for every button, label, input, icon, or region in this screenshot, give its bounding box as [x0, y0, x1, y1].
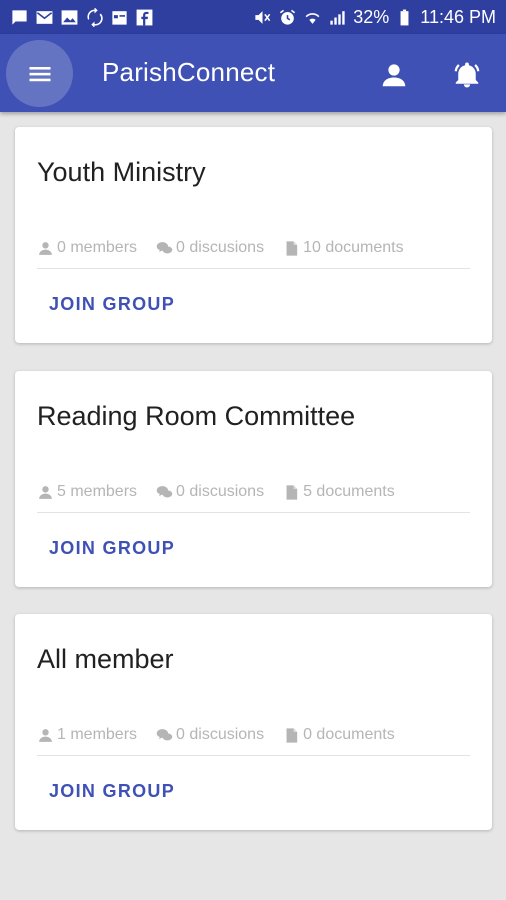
battery-icon — [395, 8, 414, 27]
mute-icon — [253, 8, 272, 27]
profile-button[interactable] — [375, 56, 413, 94]
divider — [37, 755, 470, 756]
status-time: 11:46 PM — [420, 6, 496, 27]
app-bar: ParishConnect — [0, 34, 506, 112]
group-stats: 0 members 0 discusions 10 documents — [37, 239, 423, 257]
documents-label: 5 documents — [303, 483, 395, 500]
group-title: Youth Ministry — [37, 157, 206, 187]
members-label: 1 members — [57, 726, 138, 743]
group-card: Youth Ministry 0 members 0 discusions 10… — [15, 127, 492, 343]
person-icon — [37, 484, 54, 501]
group-title: Reading Room Committee — [37, 401, 356, 431]
wifi-icon — [303, 8, 322, 27]
group-title: All member — [37, 644, 174, 674]
join-group-button[interactable]: JOIN GROUP — [37, 284, 187, 324]
discussions-label: 0 discusions — [176, 483, 265, 500]
members-count: 0 members — [37, 239, 137, 257]
document-icon — [283, 484, 300, 501]
members-label: 0 members — [57, 239, 138, 256]
person-icon — [37, 727, 54, 744]
facebook-icon — [135, 8, 154, 27]
signal-icon — [328, 8, 347, 27]
menu-icon — [29, 66, 50, 81]
person-icon — [37, 240, 54, 257]
menu-button[interactable] — [6, 40, 73, 107]
app-title: ParishConnect — [102, 57, 276, 87]
notifications-button[interactable] — [448, 56, 486, 94]
status-bar-notifications — [10, 7, 154, 27]
battery-percent: 32% — [353, 6, 390, 27]
group-stats: 1 members 0 discusions 0 documents — [37, 726, 414, 744]
discussions-count: 0 discusions — [156, 239, 264, 257]
documents-label: 10 documents — [303, 239, 404, 256]
calendar-icon — [110, 8, 129, 27]
group-card: All member 1 members 0 discusions 0 docu… — [15, 614, 492, 830]
comments-icon — [156, 240, 173, 257]
status-bar-system: 32% 11:46 PM — [253, 7, 496, 28]
members-label: 5 members — [57, 483, 138, 500]
discussions-label: 0 discusions — [176, 239, 265, 256]
person-icon — [382, 64, 406, 87]
alarm-icon — [278, 8, 297, 27]
discussions-count: 0 discusions — [156, 483, 264, 501]
group-card: Reading Room Committee 5 members 0 discu… — [15, 371, 492, 587]
documents-count: 0 documents — [283, 726, 395, 744]
bell-icon — [454, 62, 480, 88]
status-bar: 32% 11:46 PM — [0, 0, 506, 34]
comments-icon — [156, 727, 173, 744]
documents-label: 0 documents — [303, 726, 395, 743]
sync-icon — [85, 7, 104, 27]
chat-icon — [10, 8, 29, 27]
discussions-label: 0 discusions — [176, 726, 265, 743]
mail-icon — [35, 8, 54, 27]
document-icon — [283, 727, 300, 744]
discussions-count: 0 discusions — [156, 726, 264, 744]
join-group-button[interactable]: JOIN GROUP — [37, 528, 187, 568]
image-icon — [60, 8, 79, 27]
group-stats: 5 members 0 discusions 5 documents — [37, 483, 414, 501]
comments-icon — [156, 484, 173, 501]
join-group-button[interactable]: JOIN GROUP — [37, 771, 187, 811]
divider — [37, 512, 470, 513]
members-count: 1 members — [37, 726, 137, 744]
divider — [37, 268, 470, 269]
members-count: 5 members — [37, 483, 137, 501]
documents-count: 5 documents — [283, 483, 395, 501]
documents-count: 10 documents — [283, 239, 404, 257]
document-icon — [283, 240, 300, 257]
